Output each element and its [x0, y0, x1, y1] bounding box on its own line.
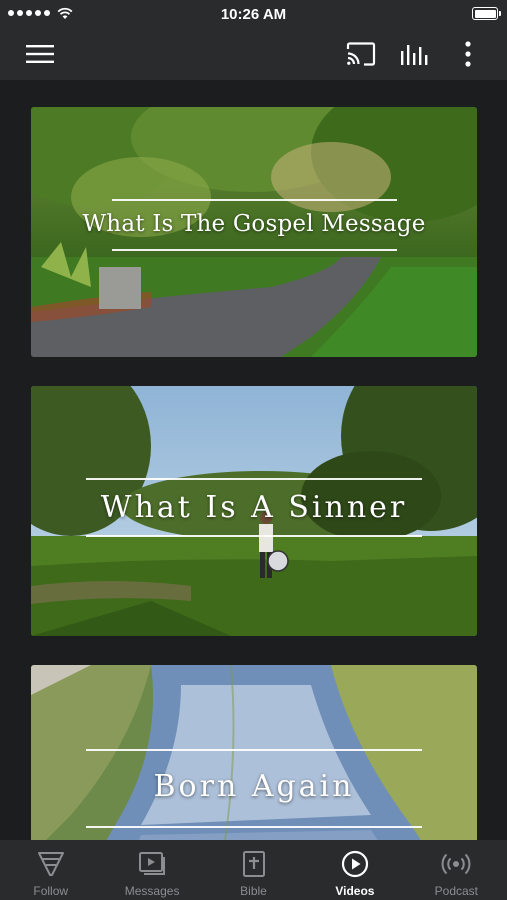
video-card[interactable]: What Is The Gospel Message: [31, 107, 477, 357]
tab-label: Messages: [124, 884, 180, 898]
app-bar: [0, 28, 507, 80]
tab-label: Videos: [335, 884, 375, 898]
play-circle-icon: [341, 850, 369, 878]
menu-icon: [26, 45, 54, 63]
tab-label: Bible: [240, 884, 267, 898]
cast-button[interactable]: [343, 36, 379, 72]
tab-follow[interactable]: Follow: [0, 840, 101, 900]
menu-button[interactable]: [22, 36, 58, 72]
messages-icon: [139, 852, 166, 875]
status-bar: 10:26 AM: [0, 0, 507, 28]
equalizer-button[interactable]: [397, 36, 433, 72]
podcast-icon: [441, 853, 471, 875]
video-title: What Is A Sinner: [100, 490, 408, 525]
video-title: What Is The Gospel Message: [82, 211, 426, 237]
tab-label: Follow: [33, 884, 69, 898]
follow-icon: [37, 852, 64, 876]
title-divider: [86, 478, 422, 480]
title-divider: [111, 199, 397, 201]
tab-podcast[interactable]: Podcast: [406, 840, 507, 900]
more-vertical-icon: [465, 41, 471, 67]
tab-messages[interactable]: Messages: [101, 840, 202, 900]
video-list[interactable]: What Is The Gospel Message What Is A Sin…: [0, 80, 507, 840]
bottom-tab-bar: Follow Messages Bible Videos Podcast: [0, 840, 507, 900]
tab-videos[interactable]: Videos: [304, 840, 405, 900]
video-title-overlay: What Is The Gospel Message: [31, 199, 477, 251]
title-divider: [111, 249, 397, 251]
tab-bible[interactable]: Bible: [203, 840, 304, 900]
video-title-overlay: Born Again: [31, 749, 477, 828]
more-options-button[interactable]: [450, 36, 486, 72]
title-divider: [86, 535, 422, 537]
equalizer-icon: [401, 45, 428, 65]
tab-label: Podcast: [434, 884, 478, 898]
video-card[interactable]: What Is A Sinner: [31, 386, 477, 636]
cast-icon: [346, 42, 376, 66]
video-card[interactable]: Born Again: [31, 665, 477, 840]
battery-icon: [472, 7, 501, 20]
video-title-overlay: What Is A Sinner: [31, 478, 477, 537]
title-divider: [86, 749, 422, 751]
status-time: 10:26 AM: [220, 6, 287, 23]
bible-icon: [242, 851, 265, 877]
video-title: Born Again: [153, 769, 355, 804]
title-divider: [86, 826, 422, 828]
